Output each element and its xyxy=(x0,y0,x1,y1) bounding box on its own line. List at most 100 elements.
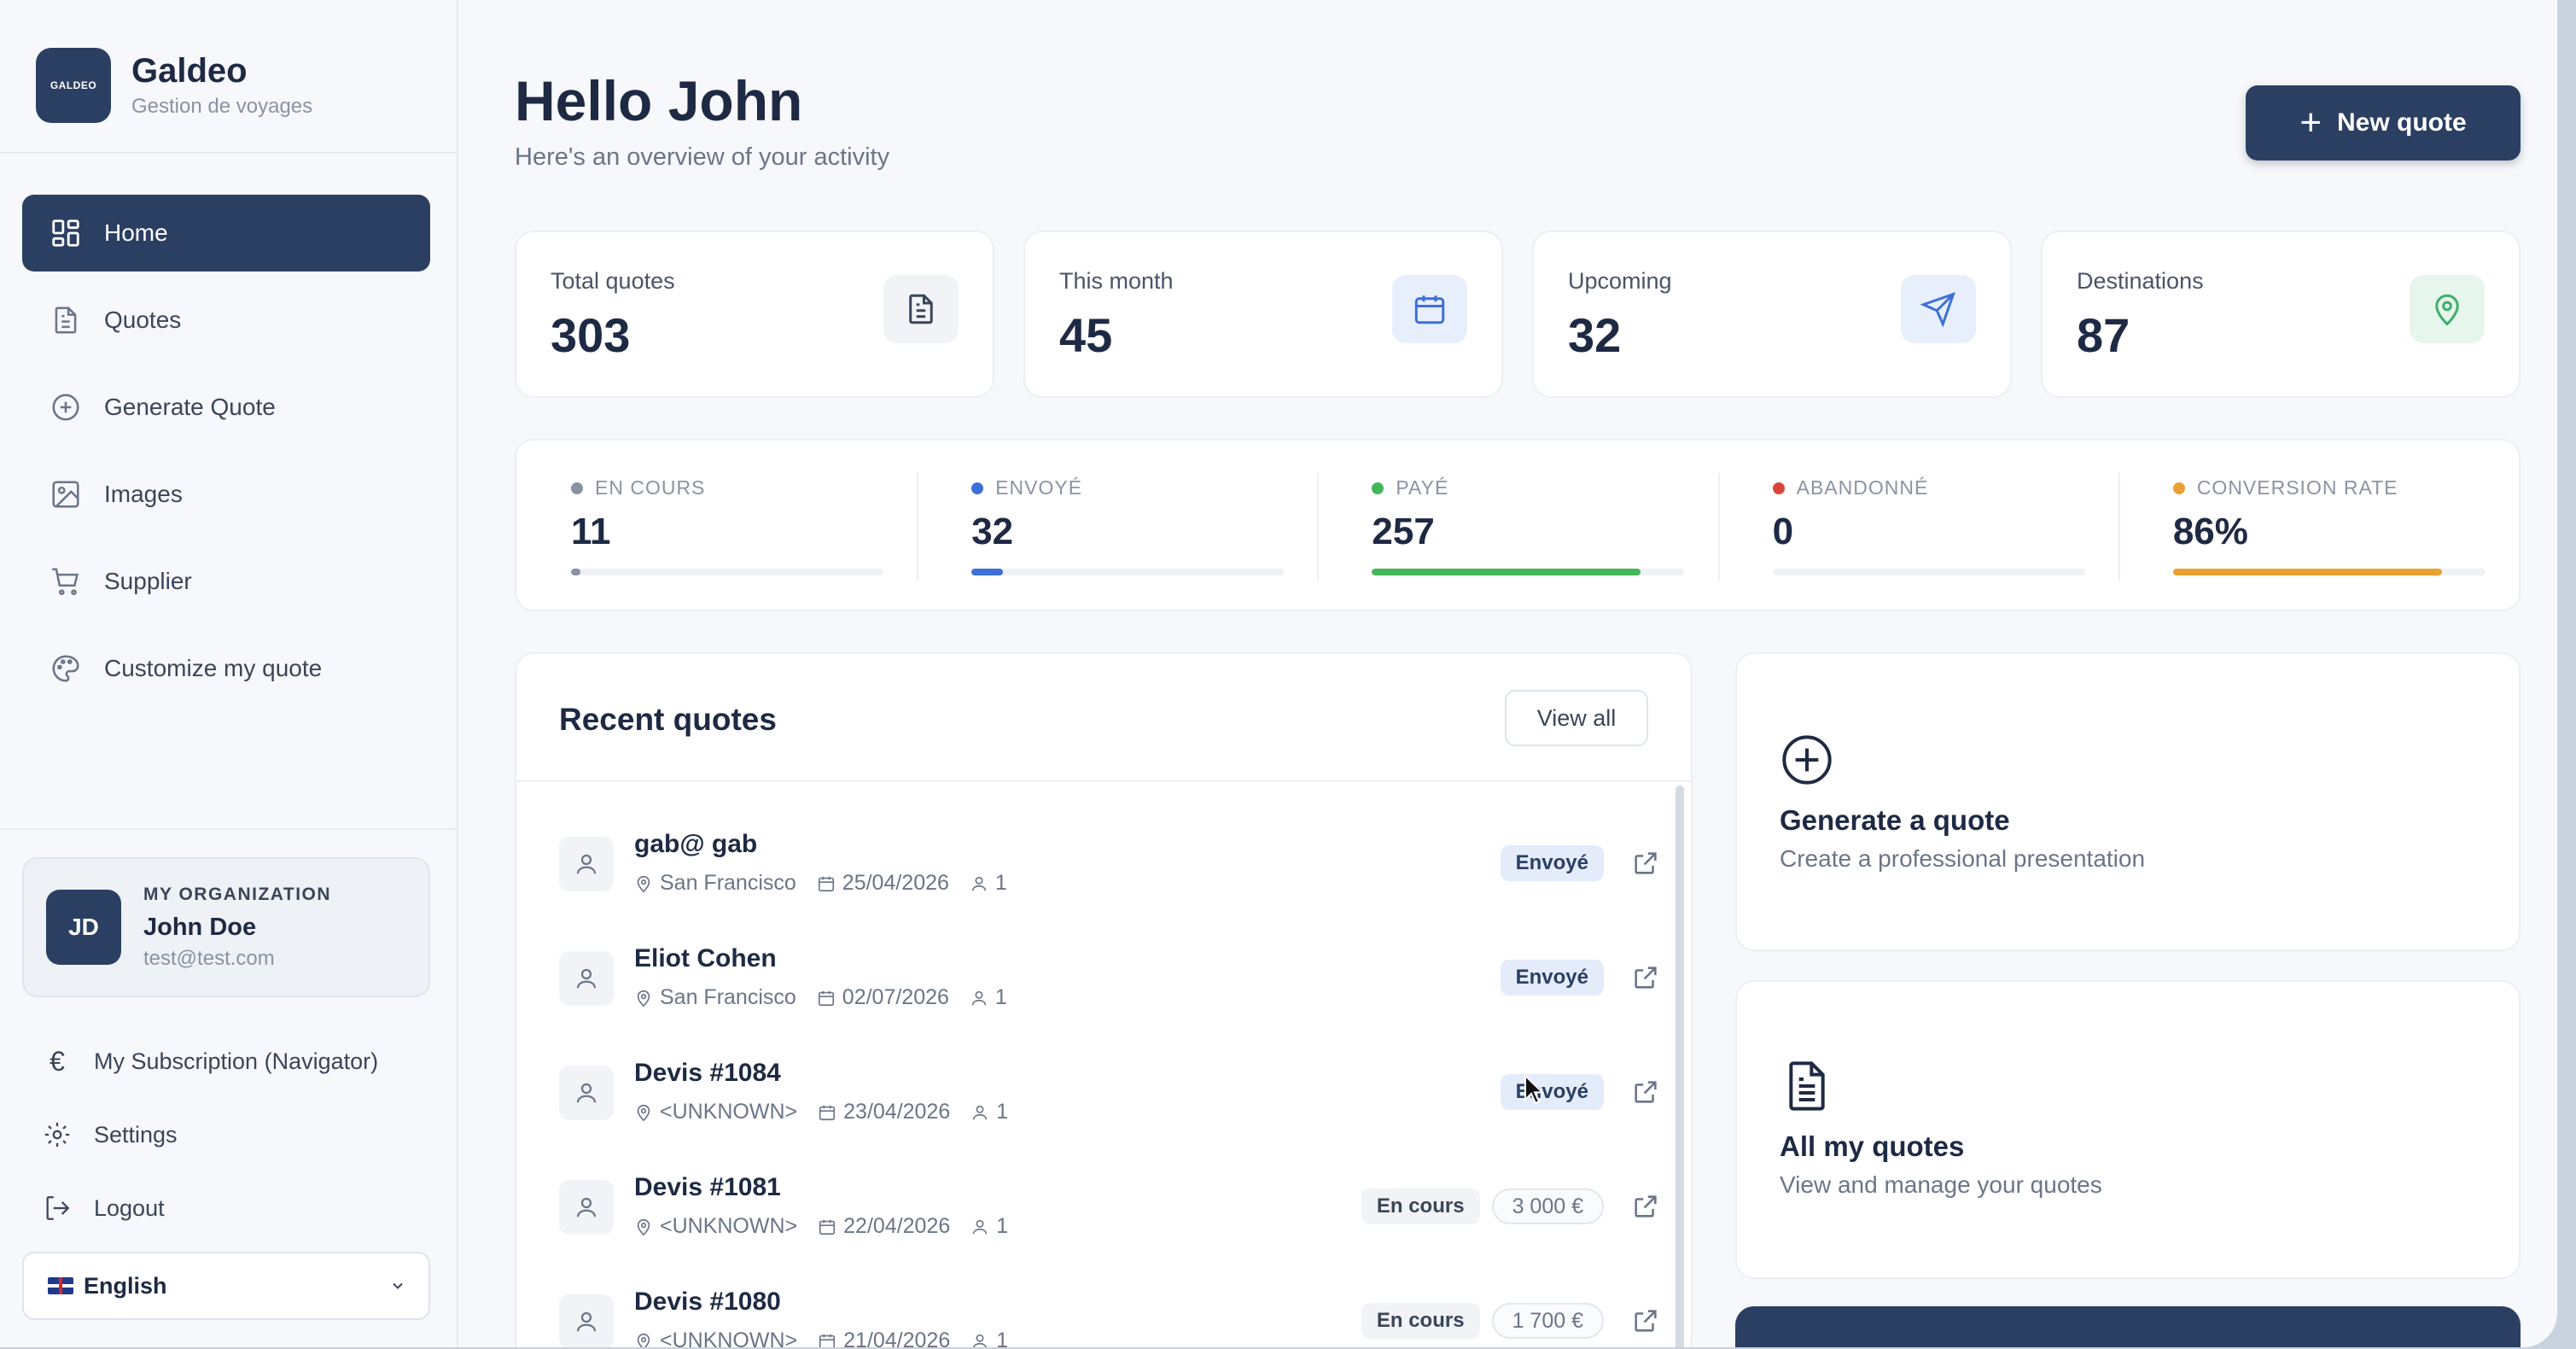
status-label: PAYÉ xyxy=(1396,476,1449,499)
map-pin-icon xyxy=(634,989,660,1007)
status-dot xyxy=(2172,482,2185,494)
status-paye: PAYÉ 257 xyxy=(1317,441,1717,610)
status-value: 32 xyxy=(971,511,1014,552)
quote-row[interactable]: Eliot Cohen San Francisco 02/07/2026 1 E… xyxy=(559,931,1660,1025)
brand-logo: GALDEO xyxy=(36,48,111,123)
logout-label: Logout xyxy=(94,1194,165,1221)
stat-label: Total quotes xyxy=(551,268,675,294)
quote-location: <UNKNOWN> xyxy=(660,1214,798,1238)
stat-card-total-quotes: Total quotes 303 xyxy=(515,231,994,398)
status-progress-fill xyxy=(2172,569,2442,575)
sidebar-item-supplier[interactable]: Supplier xyxy=(22,543,430,620)
sidebar-item-label: Home xyxy=(104,219,168,246)
map-pin-icon xyxy=(634,1103,660,1122)
brand[interactable]: GALDEO Galdeo Gestion de voyages xyxy=(36,48,312,123)
status-value: 257 xyxy=(1372,511,1435,552)
status-dot xyxy=(571,482,583,494)
status-en-cours: EN COURS 11 xyxy=(516,441,917,610)
calendar-icon xyxy=(818,1103,843,1122)
external-link-icon[interactable] xyxy=(1631,1077,1660,1107)
map-pin-icon xyxy=(634,1218,660,1236)
new-quote-button[interactable]: + New quote xyxy=(2246,85,2521,161)
calendar-icon xyxy=(817,874,842,893)
map-pin-icon xyxy=(634,874,660,893)
external-link-icon[interactable] xyxy=(1631,849,1660,878)
action-title: Generate a quote xyxy=(1780,804,2010,836)
quote-meta: <UNKNOWN> 23/04/2026 1 xyxy=(634,1100,1029,1124)
sidebar-item-label: Supplier xyxy=(104,568,192,594)
status-panel: EN COURS 11 ENVOYÉ 32 PAYÉ 257 ABANDONNÉ… xyxy=(515,439,2521,611)
uk-flag-icon xyxy=(48,1277,73,1294)
stat-label: Upcoming xyxy=(1568,268,1672,294)
view-all-button[interactable]: View all xyxy=(1505,690,1648,746)
settings-link[interactable]: Settings xyxy=(43,1098,378,1171)
sidebar-item-images[interactable]: Images xyxy=(22,456,430,533)
page-subtitle: Here's an overview of your activity xyxy=(515,143,890,171)
subscription-link[interactable]: € My Subscription (Navigator) xyxy=(43,1025,378,1098)
language-select[interactable]: English xyxy=(22,1252,430,1320)
promo-card[interactable] xyxy=(1735,1306,2521,1347)
sidebar-item-customize[interactable]: Customize my quote xyxy=(22,630,430,707)
status-label: ENVOYÉ xyxy=(995,476,1083,499)
mouse-cursor-icon xyxy=(1524,1074,1544,1105)
external-link-icon[interactable] xyxy=(1631,1192,1660,1221)
status-progress-fill xyxy=(571,569,580,575)
quote-name: Devis #1084 xyxy=(634,1059,781,1087)
external-link-icon[interactable] xyxy=(1631,1306,1660,1335)
logout-link[interactable]: Logout xyxy=(43,1171,378,1245)
stat-card-upcoming: Upcoming 32 xyxy=(1532,231,2012,398)
plus-circle-icon xyxy=(1782,735,1832,785)
user-avatar-icon xyxy=(559,837,614,891)
status-abandonne: ABANDONNÉ 0 xyxy=(1717,441,2118,610)
quote-people: 1 xyxy=(994,871,1007,895)
status-envoye: ENVOYÉ 32 xyxy=(917,441,1317,610)
status-progress-track xyxy=(1372,569,1685,575)
organization-card[interactable]: JD MY ORGANIZATION John Doe test@test.co… xyxy=(22,857,430,997)
user-icon xyxy=(970,1332,996,1347)
quote-people: 1 xyxy=(996,1100,1009,1124)
user-avatar-icon xyxy=(559,1066,614,1120)
status-progress-track xyxy=(1772,569,2085,575)
quote-location: <UNKNOWN> xyxy=(660,1329,798,1347)
user-avatar-icon xyxy=(559,1294,614,1347)
stat-value: 303 xyxy=(551,308,631,362)
subscription-label: My Subscription (Navigator) xyxy=(94,1048,379,1074)
recent-quotes-title: Recent quotes xyxy=(559,702,777,737)
calendar-icon xyxy=(1392,275,1467,343)
calendar-icon xyxy=(818,1332,843,1347)
page-title: Hello John xyxy=(515,69,803,132)
scrollbar[interactable] xyxy=(1676,785,1684,1347)
grid-icon xyxy=(52,219,79,247)
user-icon xyxy=(970,989,995,1007)
quote-name: Devis #1081 xyxy=(634,1173,781,1201)
user-icon xyxy=(970,1218,996,1236)
quote-date: 02/07/2026 xyxy=(842,985,949,1009)
quote-row[interactable]: Devis #1084 <UNKNOWN> 23/04/2026 1 Envoy… xyxy=(559,1045,1660,1139)
status-progress-fill xyxy=(971,569,1003,575)
sidebar-item-generate-quote[interactable]: Generate Quote xyxy=(22,369,430,446)
quote-row[interactable]: Devis #1080 <UNKNOWN> 21/04/2026 1 En co… xyxy=(559,1274,1660,1347)
plus-icon: + xyxy=(2299,102,2322,143)
user-icon xyxy=(970,1103,996,1122)
quote-location: San Francisco xyxy=(660,871,796,895)
plus-circle-icon xyxy=(52,394,79,421)
all-quotes-card[interactable]: All my quotes View and manage your quote… xyxy=(1735,980,2521,1279)
quote-meta: <UNKNOWN> 21/04/2026 1 xyxy=(634,1329,1029,1347)
quote-row[interactable]: gab@ gab San Francisco 25/04/2026 1 Envo… xyxy=(559,816,1660,910)
euro-icon: € xyxy=(50,1045,65,1077)
sidebar-item-home[interactable]: Home xyxy=(22,195,430,272)
quote-people: 1 xyxy=(994,985,1007,1009)
generate-quote-card[interactable]: Generate a quote Create a professional p… xyxy=(1735,652,2521,951)
quote-row[interactable]: Devis #1081 <UNKNOWN> 22/04/2026 1 En co… xyxy=(559,1159,1660,1253)
stat-label: Destinations xyxy=(2077,268,2204,294)
stat-value: 32 xyxy=(1568,308,1622,362)
quote-meta: <UNKNOWN> 22/04/2026 1 xyxy=(634,1214,1029,1239)
app-window: GALDEO Galdeo Gestion de voyages Home Qu… xyxy=(0,0,2557,1347)
external-link-icon[interactable] xyxy=(1631,963,1660,992)
main-content: Hello John Here's an overview of your ac… xyxy=(458,0,2557,1347)
status-progress-track xyxy=(571,569,883,575)
user-icon xyxy=(970,874,995,893)
sidebar-item-quotes[interactable]: Quotes xyxy=(22,282,430,359)
language-value: English xyxy=(84,1272,167,1299)
stat-card-destinations: Destinations 87 xyxy=(2041,231,2521,398)
